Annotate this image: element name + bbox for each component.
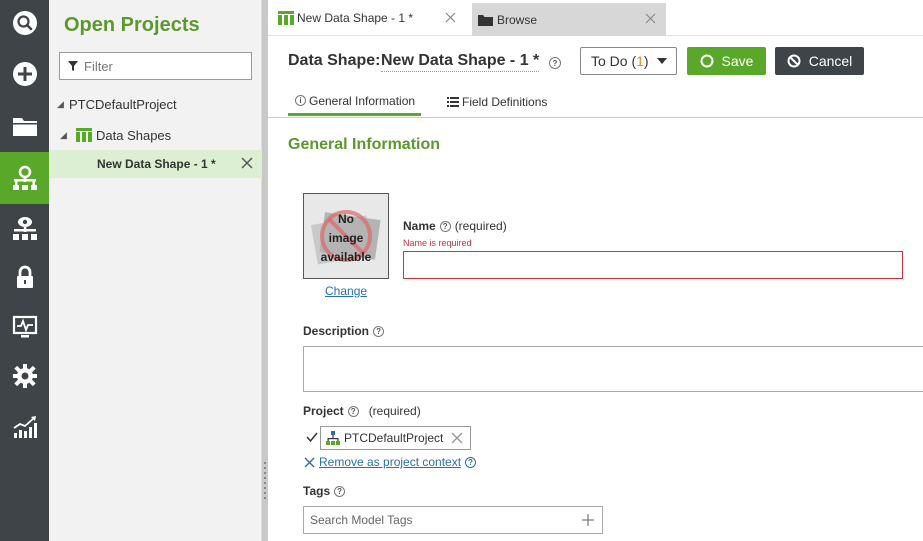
cancel-label: Cancel — [808, 53, 853, 69]
subtab-label: Field Definitions — [462, 95, 548, 109]
list-icon — [447, 97, 459, 107]
tree-project-label: PTCDefaultProject — [69, 96, 177, 112]
no-image-line: No — [338, 212, 354, 226]
chevron-down-icon[interactable]: ◢ — [60, 130, 72, 141]
todo-count: 1 — [636, 53, 644, 69]
tab-label: Browse — [497, 12, 538, 27]
tab-new-data-shape[interactable]: New Data Shape - 1 * — [274, 2, 466, 34]
data-shape-icon — [278, 11, 294, 25]
circle-icon — [700, 54, 714, 68]
plus-icon[interactable] — [582, 514, 594, 526]
search-icon[interactable] — [0, 0, 49, 46]
settings-icon[interactable] — [0, 353, 49, 399]
panel-title: Open Projects — [64, 14, 200, 36]
description-label-row: Description ? — [303, 324, 385, 338]
close-icon[interactable] — [240, 156, 254, 170]
name-label: Name — [403, 219, 436, 233]
icon-rail — [0, 0, 49, 541]
tab-label: New Data Shape - 1 * — [297, 11, 414, 25]
lock-icon[interactable] — [0, 254, 49, 300]
filter-field[interactable] — [59, 52, 252, 80]
required-label: (required) — [454, 219, 507, 233]
close-icon[interactable] — [304, 457, 315, 468]
filter-icon — [68, 61, 78, 71]
project-label: Project — [303, 404, 344, 418]
close-icon[interactable] — [645, 13, 656, 24]
chevron-down-icon — [656, 58, 667, 64]
add-icon[interactable] — [0, 51, 49, 97]
tree-item-row[interactable]: New Data Shape - 1 * — [49, 150, 262, 178]
tree-category-row[interactable]: ◢ Data Shapes — [49, 121, 262, 149]
close-icon[interactable] — [451, 432, 463, 444]
filter-input[interactable] — [84, 58, 234, 74]
no-image-line: available — [320, 250, 372, 264]
no-image-text: No image available — [304, 210, 388, 267]
chevron-down-icon[interactable]: ◢ — [57, 99, 69, 110]
tree-item-label: New Data Shape - 1 * — [97, 157, 216, 171]
folder-icon[interactable] — [0, 103, 49, 149]
name-error: Name is required — [403, 238, 472, 248]
visibility-tree-icon[interactable] — [0, 205, 49, 251]
description-label: Description — [303, 324, 370, 338]
help-icon[interactable]: ? — [347, 405, 359, 417]
change-image-link[interactable]: Change — [325, 284, 367, 298]
help-icon[interactable]: ? — [439, 220, 451, 232]
subtab-label: General Information — [309, 93, 416, 108]
save-button[interactable]: Save — [687, 47, 766, 75]
help-icon[interactable]: ? — [373, 325, 385, 337]
tab-general-information[interactable]: i General Information — [288, 88, 421, 116]
model-tree-icon[interactable] — [0, 152, 49, 204]
close-icon[interactable] — [445, 12, 456, 23]
project-chip-label: PTCDefaultProject — [344, 431, 444, 445]
entity-name[interactable]: New Data Shape - 1 * — [381, 52, 540, 72]
save-label: Save — [721, 53, 754, 69]
remove-context-row: Remove as project context ? — [304, 455, 477, 469]
tags-field[interactable] — [303, 506, 603, 534]
name-field[interactable] — [403, 251, 903, 279]
project-tree-icon — [326, 431, 340, 445]
checkmark-icon — [306, 432, 318, 443]
tab-field-definitions[interactable]: Field Definitions — [447, 88, 547, 116]
section-title: General Information — [288, 136, 441, 153]
subtabs-divider — [268, 117, 923, 118]
analytics-icon[interactable] — [0, 404, 49, 450]
tags-search-input[interactable] — [310, 513, 570, 527]
project-chip[interactable]: PTCDefaultProject — [320, 426, 471, 450]
help-icon[interactable]: ? — [334, 485, 346, 497]
data-shape-icon — [76, 128, 92, 142]
tags-label-row: Tags ? — [303, 484, 346, 498]
folder-icon — [478, 14, 493, 26]
description-field[interactable] — [303, 346, 923, 392]
required-label: (required) — [368, 404, 421, 418]
remove-context-link[interactable]: Remove as project context — [319, 455, 461, 469]
panel-splitter[interactable] — [262, 0, 268, 541]
project-label-row: Project ? (required) — [303, 404, 421, 418]
name-label-row: Name ? (required) — [403, 219, 507, 233]
todo-dropdown[interactable]: To Do (1) — [580, 47, 677, 75]
cancel-icon — [787, 54, 801, 68]
no-image-line: image — [328, 231, 364, 245]
todo-close: ) — [643, 53, 649, 69]
cancel-button[interactable]: Cancel — [775, 47, 864, 75]
info-icon: i — [295, 95, 306, 106]
help-icon[interactable]: ? — [549, 57, 561, 69]
tab-browse[interactable]: Browse — [472, 3, 666, 36]
help-icon[interactable]: ? — [465, 456, 477, 468]
tree-project-row[interactable]: ◢ PTCDefaultProject — [49, 90, 262, 118]
todo-label: To Do ( — [591, 53, 637, 69]
splitter-grip[interactable] — [264, 462, 266, 502]
entity-type-label: Data Shape: — [288, 52, 381, 69]
image-placeholder: No image available — [303, 193, 389, 279]
open-projects-panel: Open Projects ◢ PTCDefaultProject ◢ Data… — [49, 0, 262, 541]
tags-label: Tags — [303, 484, 331, 498]
tree-category-label: Data Shapes — [96, 127, 172, 143]
monitoring-icon[interactable] — [0, 304, 49, 350]
